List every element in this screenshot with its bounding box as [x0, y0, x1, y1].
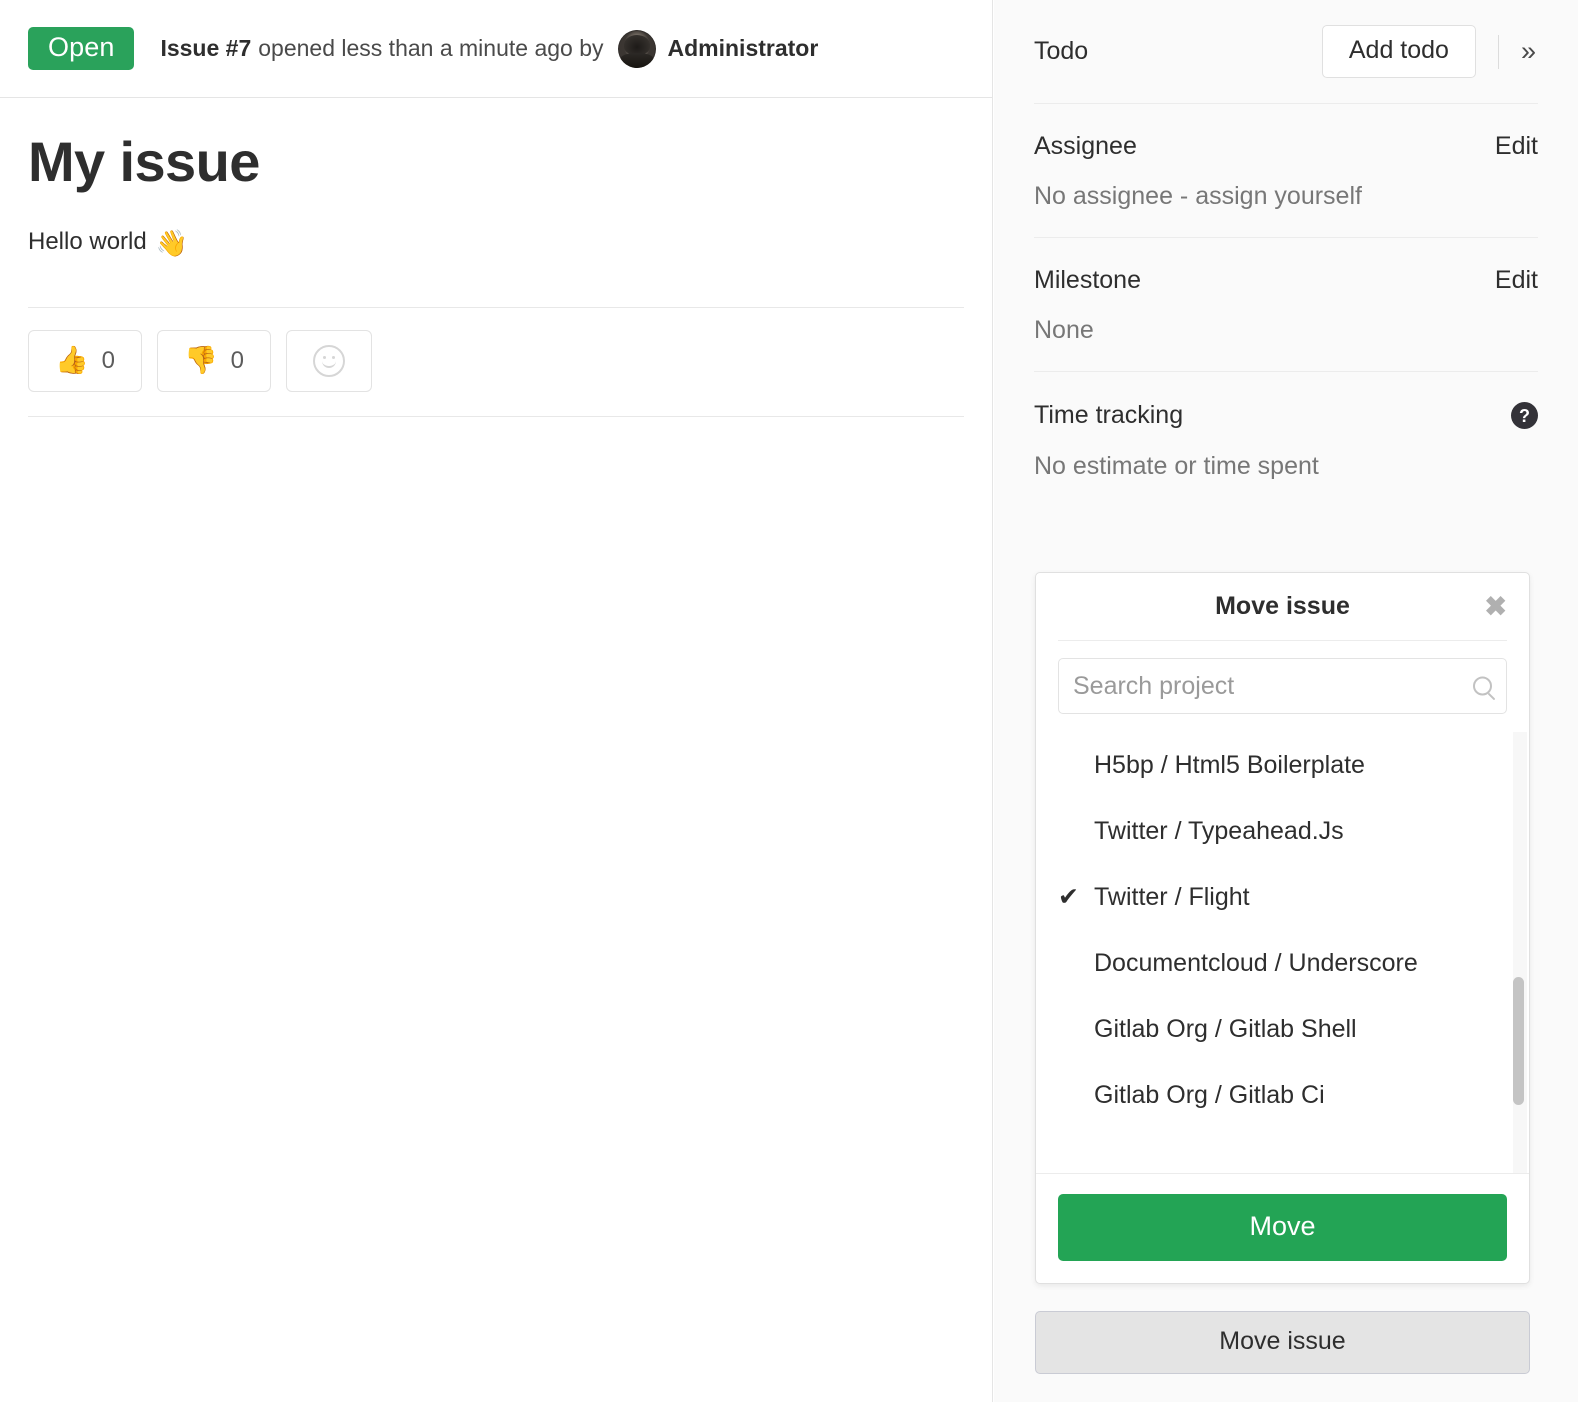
issue-page: Open Issue #7 opened less than a minute …: [0, 0, 1578, 1402]
issue-description-text: Hello world: [28, 228, 147, 256]
award-thumbsdown-button[interactable]: 👎 0: [157, 329, 271, 392]
project-list-item[interactable]: ✔ Twitter / Flight: [1036, 864, 1529, 930]
issue-main-column: Open Issue #7 opened less than a minute …: [0, 0, 993, 1402]
move-panel-header: Move issue ✖: [1058, 573, 1507, 641]
page-title: My issue: [28, 130, 260, 193]
sidebar-milestone-block: Milestone Edit None: [1034, 238, 1538, 372]
search-icon: [1473, 676, 1492, 696]
milestone-value: None: [1034, 316, 1094, 344]
project-list-item-label: Gitlab Org / Gitlab Shell: [1094, 1016, 1357, 1042]
issue-opened-text: opened less than a minute ago by: [258, 35, 604, 61]
todo-label: Todo: [1034, 37, 1089, 65]
sidebar-assignee-block: Assignee Edit No assignee - assign yours…: [1034, 104, 1538, 238]
project-list-item[interactable]: Documentcloud / Underscore: [1036, 930, 1529, 996]
search-field-container[interactable]: [1058, 658, 1507, 714]
milestone-edit-button[interactable]: Edit: [1495, 268, 1538, 293]
award-thumbsup-button[interactable]: 👍 0: [28, 329, 142, 392]
time-tracking-label: Time tracking: [1034, 401, 1184, 429]
project-list-item-label: Twitter / Typeahead.Js: [1094, 818, 1344, 844]
project-list-container: H5bp / Html5 Boilerplate Twitter / Typeah…: [1036, 732, 1529, 1174]
thumbsup-count: 0: [101, 346, 115, 374]
award-emoji-row: 👍 0 👎 0: [0, 308, 992, 416]
project-list-item[interactable]: H5bp / Html5 Boilerplate: [1036, 732, 1529, 798]
move-panel-search-wrap: [1036, 641, 1529, 714]
check-icon: ✔: [1058, 882, 1079, 911]
assignee-edit-button[interactable]: Edit: [1495, 134, 1538, 159]
assignee-label: Assignee: [1034, 132, 1137, 160]
thumbsdown-count: 0: [230, 346, 244, 374]
divider-below-awards: [28, 415, 964, 417]
issue-author[interactable]: Administrator: [668, 37, 819, 60]
assignee-header: Assignee Edit: [1034, 134, 1538, 159]
sidebar-time-tracking-block: Time tracking ? No estimate or time spen…: [1034, 372, 1538, 507]
close-icon[interactable]: ✖: [1484, 593, 1507, 620]
project-list-item-label: Documentcloud / Underscore: [1094, 950, 1418, 976]
thumbsup-icon: 👍: [55, 345, 89, 376]
issue-body: My issue Hello world 👋: [0, 98, 992, 259]
status-badge: Open: [28, 27, 135, 70]
smiley-icon: [313, 344, 345, 377]
issue-header: Open Issue #7 opened less than a minute …: [0, 0, 992, 98]
time-tracking-header: Time tracking ?: [1034, 402, 1538, 429]
search-project-input[interactable]: [1059, 659, 1506, 713]
move-panel-title: Move issue: [1215, 592, 1350, 620]
project-list-item[interactable]: Gitlab Org / Gitlab Ci: [1036, 1062, 1529, 1128]
avatar[interactable]: [617, 29, 656, 68]
assignee-none-text: No assignee -: [1034, 182, 1196, 210]
time-tracking-value: No estimate or time spent: [1034, 452, 1319, 480]
project-list-item[interactable]: Gitlab Org / Gitlab Shell: [1036, 996, 1529, 1062]
sidebar-separator: [1497, 34, 1499, 69]
project-list-item-label: Gitlab Org / Gitlab Ci: [1094, 1082, 1325, 1108]
issue-reference[interactable]: Issue #7: [160, 37, 251, 60]
move-issue-button[interactable]: Move issue: [1035, 1311, 1530, 1374]
move-issue-dropdown: Move issue ✖ H5bp / Html5 Boilerplate Twi…: [1035, 572, 1530, 1284]
collapse-sidebar-icon[interactable]: »: [1519, 34, 1538, 69]
project-list-scrollbar-thumb[interactable]: [1513, 977, 1524, 1105]
milestone-label: Milestone: [1034, 266, 1141, 294]
project-list: H5bp / Html5 Boilerplate Twitter / Typeah…: [1036, 732, 1529, 1128]
add-reaction-button[interactable]: [286, 329, 372, 392]
project-list-item[interactable]: Twitter / Typeahead.Js: [1036, 798, 1529, 864]
add-todo-button[interactable]: Add todo: [1321, 25, 1476, 78]
milestone-header: Milestone Edit: [1034, 268, 1538, 293]
issue-meta: Issue #7 opened less than a minute ago b…: [160, 29, 819, 68]
thumbsdown-icon: 👎: [184, 345, 218, 376]
project-list-item-label: H5bp / Html5 Boilerplate: [1094, 752, 1365, 778]
project-list-item-label: Twitter / Flight: [1094, 884, 1250, 910]
sidebar-todo-row: Todo Add todo »: [1034, 0, 1538, 104]
move-panel-footer: Move: [1036, 1174, 1529, 1283]
wave-emoji-icon: 👋: [155, 227, 189, 258]
assign-yourself-link[interactable]: assign yourself: [1195, 182, 1362, 210]
assignee-value: No assignee - assign yourself: [1034, 181, 1538, 211]
issue-description: Hello world 👋: [28, 226, 964, 258]
move-button[interactable]: Move: [1058, 1194, 1507, 1261]
project-list-scrollbar-track[interactable]: [1513, 732, 1527, 1173]
help-icon[interactable]: ?: [1511, 402, 1538, 429]
